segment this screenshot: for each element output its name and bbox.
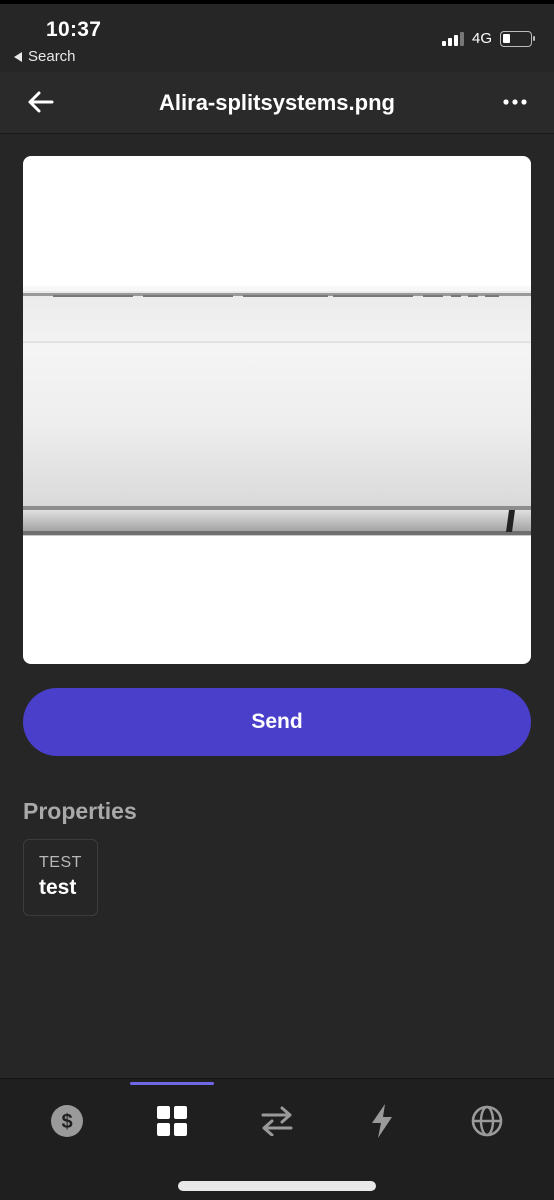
dollar-icon: $ <box>51 1105 83 1137</box>
property-card[interactable]: TEST test <box>23 839 98 916</box>
app-screen: 10:37 Search 4G Alira-splitsystems.png S… <box>0 0 554 1200</box>
page-title: Alira-splitsystems.png <box>159 90 395 115</box>
status-bar: 10:37 Search 4G <box>0 4 554 72</box>
back-triangle-icon <box>14 51 22 62</box>
tab-activity[interactable] <box>327 1079 437 1163</box>
cellular-signal-icon <box>441 31 464 46</box>
battery-icon <box>500 30 535 47</box>
grid-icon <box>157 1106 187 1136</box>
globe-icon <box>471 1105 503 1137</box>
nav-bar: Alira-splitsystems.png <box>0 72 554 134</box>
back-to-app-label: Search <box>28 48 76 65</box>
tab-browser[interactable] <box>432 1079 542 1163</box>
air-conditioner-image <box>23 286 531 536</box>
properties-heading: Properties <box>23 798 137 824</box>
status-time: 10:37 <box>46 18 102 41</box>
tab-collectibles[interactable] <box>117 1079 227 1163</box>
tab-wallet[interactable]: $ <box>12 1079 122 1163</box>
tab-swap[interactable] <box>222 1079 332 1163</box>
transfer-arrows-icon <box>261 1106 293 1136</box>
svg-text:$: $ <box>61 1111 72 1133</box>
more-options-button[interactable] <box>500 86 530 118</box>
status-indicators: 4G <box>441 30 535 47</box>
lightning-icon <box>372 1104 392 1138</box>
home-indicator[interactable] <box>178 1181 376 1191</box>
send-button[interactable]: Send <box>23 688 531 756</box>
image-preview[interactable] <box>23 156 531 664</box>
property-value: test <box>39 876 77 899</box>
network-type: 4G <box>471 30 492 47</box>
property-key: TEST <box>39 854 82 871</box>
more-horizontal-icon <box>503 99 527 105</box>
back-to-app-link[interactable]: Search <box>14 48 76 65</box>
